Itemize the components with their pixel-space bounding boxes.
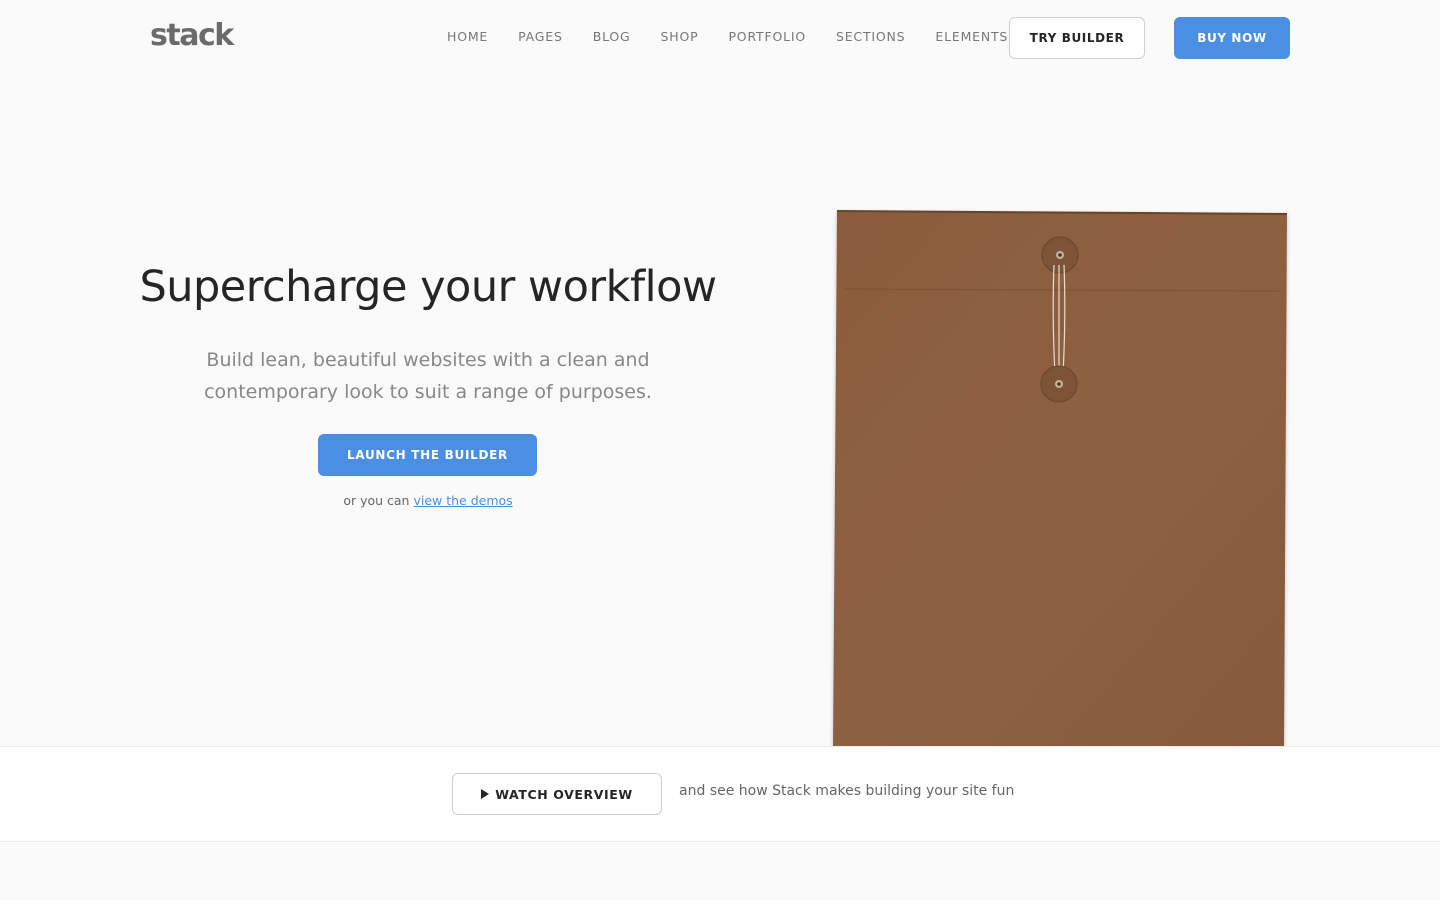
envelope-image (830, 205, 1292, 747)
overview-strip: WATCH OVERVIEW and see how Stack makes b… (0, 746, 1440, 842)
logo[interactable]: stack (150, 18, 234, 53)
main-menu: HOME PAGES BLOG SHOP PORTFOLIO SECTIONS … (447, 28, 1038, 46)
hero-subtitle: Build lean, beautiful websites with a cl… (204, 349, 652, 403)
envelope-illustration (833, 210, 1288, 747)
overview-caption: and see how Stack makes building your si… (679, 783, 1015, 799)
nav-item-home[interactable]: HOME (447, 28, 488, 46)
play-icon (481, 789, 490, 799)
page: stack HOME PAGES BLOG SHOP PORTFOLIO SEC… (0, 0, 1440, 900)
watch-overview-label: WATCH OVERVIEW (495, 786, 633, 802)
watch-overview-button[interactable]: WATCH OVERVIEW (452, 773, 662, 815)
nav-item-portfolio[interactable]: PORTFOLIO (728, 28, 806, 46)
nav-item-elements[interactable]: ELEMENTS (935, 28, 1008, 46)
nav-item-shop[interactable]: SHOP (661, 28, 699, 46)
nav-item-blog[interactable]: BLOG (593, 28, 631, 46)
nav-item-sections[interactable]: SECTIONS (836, 28, 905, 46)
demo-line: or you can view the demos (228, 493, 628, 508)
view-demos-link[interactable]: view the demos (413, 493, 512, 508)
hero-title: Supercharge your workflow (139, 262, 717, 312)
launch-builder-button[interactable]: LAUNCH THE BUILDER (318, 434, 537, 476)
buy-now-button[interactable]: BUY NOW (1174, 17, 1290, 59)
top-nav: stack HOME PAGES BLOG SHOP PORTFOLIO SEC… (0, 0, 1440, 76)
try-builder-button[interactable]: TRY BUILDER (1009, 17, 1145, 59)
nav-item-pages[interactable]: PAGES (518, 28, 563, 46)
demo-prefix: or you can (343, 493, 410, 508)
